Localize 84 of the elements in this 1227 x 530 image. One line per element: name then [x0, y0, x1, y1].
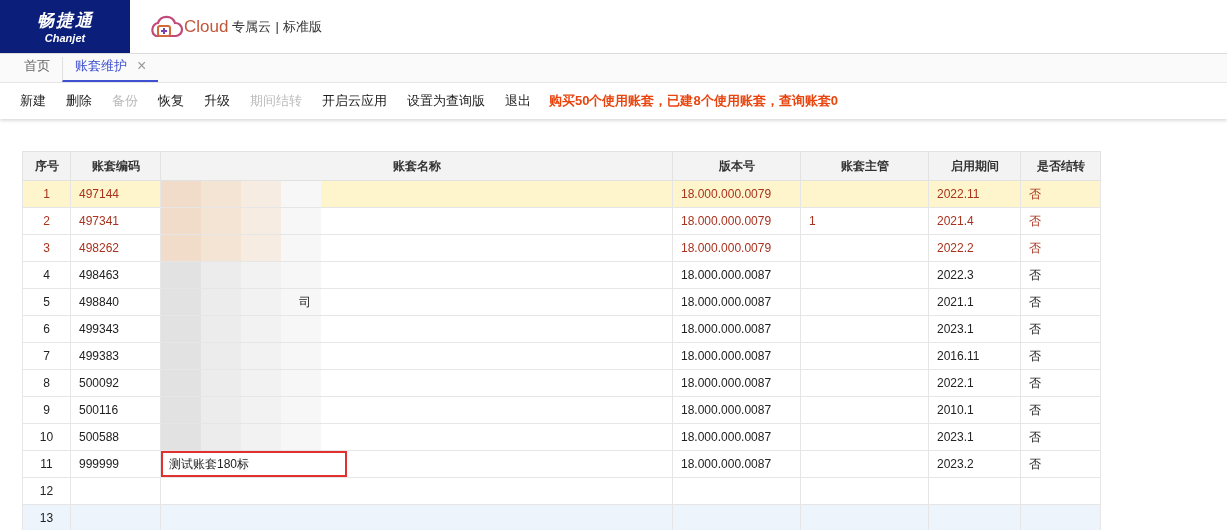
- account-code: 500116: [79, 403, 119, 417]
- account-code: 498262: [79, 241, 120, 255]
- version-number: 18.000.000.0087: [681, 349, 772, 363]
- toolbar-button[interactable]: 新建: [10, 92, 56, 110]
- edition-label: 标准版: [282, 17, 322, 36]
- highlight-frame: 测试账套180标: [161, 451, 347, 477]
- separator: |: [275, 19, 279, 34]
- tab[interactable]: 首页: [12, 57, 62, 82]
- start-period: 2021.4: [937, 214, 974, 228]
- row-number: 11: [40, 457, 53, 471]
- cloud-icon: [150, 13, 184, 40]
- account-code: 500092: [79, 376, 120, 390]
- toolbar-button[interactable]: 设置为查询版: [397, 92, 495, 110]
- carryover-status: 否: [1029, 294, 1041, 309]
- column-header[interactable]: 启用期间: [928, 151, 1021, 181]
- version-number: 18.000.000.0087: [681, 376, 772, 390]
- version-number: 18.000.000.0087: [681, 295, 772, 309]
- start-period: 2022.11: [937, 187, 980, 201]
- account-code: 498463: [79, 268, 120, 282]
- account-code: 498840: [79, 295, 120, 309]
- account-code: 499383: [79, 349, 120, 363]
- column-header[interactable]: 账套主管: [800, 151, 929, 181]
- account-code: 499343: [79, 322, 120, 336]
- row-number: 3: [43, 241, 50, 255]
- row-number: 2: [43, 214, 50, 228]
- version-number: 18.000.000.0087: [681, 322, 772, 336]
- carryover-status: 否: [1029, 321, 1041, 336]
- start-period: 2021.1: [937, 295, 974, 309]
- start-period: 2022.1: [937, 376, 974, 390]
- row-number: 1: [43, 187, 50, 201]
- version-number: 18.000.000.0087: [681, 457, 772, 471]
- account-code: 999999: [79, 457, 120, 471]
- start-period: 2010.1: [937, 403, 974, 417]
- version-number: 18.000.000.0079: [681, 214, 772, 228]
- version-number: 18.000.000.0087: [681, 268, 772, 282]
- brand-subtitle: Chanjet: [44, 32, 86, 44]
- column-header[interactable]: 账套编码: [70, 151, 161, 181]
- carryover-status: 否: [1029, 456, 1041, 471]
- toolbar-button[interactable]: 升级: [194, 92, 240, 110]
- product-name: Cloud: [184, 16, 229, 37]
- tab[interactable]: 账套维护 ×: [62, 57, 159, 82]
- row-number: 8: [43, 376, 50, 390]
- start-period: 2022.3: [937, 268, 974, 282]
- row-number: 5: [43, 295, 50, 309]
- row-number: 13: [39, 511, 54, 525]
- column-header[interactable]: 是否结转: [1020, 151, 1101, 181]
- row-number: 10: [39, 430, 54, 444]
- edition-label: 专属云: [232, 17, 272, 36]
- account-code: 500588: [79, 430, 120, 444]
- account-name: 司: [299, 294, 311, 309]
- carryover-status: 否: [1029, 240, 1041, 255]
- version-number: 18.000.000.0087: [681, 430, 772, 444]
- account-quota-notice: 购买50个使用账套，已建8个使用账套，查询账套0: [549, 92, 838, 110]
- start-period: 2023.1: [937, 430, 974, 444]
- version-number: 18.000.000.0079: [681, 187, 772, 201]
- row-number: 12: [39, 484, 54, 498]
- account-code: 497144: [79, 187, 120, 201]
- carryover-status: 否: [1029, 213, 1041, 228]
- carryover-status: 否: [1029, 267, 1041, 282]
- column-header[interactable]: 账套名称: [160, 151, 673, 181]
- column-header[interactable]: 序号: [22, 151, 71, 181]
- row-number: 6: [43, 322, 50, 336]
- row-number: 9: [43, 403, 50, 417]
- start-period: 2023.2: [937, 457, 974, 471]
- row-number: 7: [43, 349, 50, 363]
- carryover-status: 否: [1029, 186, 1041, 201]
- brand-name: 畅捷通: [36, 10, 94, 32]
- row-number: 4: [43, 268, 50, 282]
- start-period: 2016.11: [937, 349, 980, 363]
- account-manager: 1: [809, 214, 816, 228]
- start-period: 2022.2: [937, 241, 974, 255]
- toolbar-button[interactable]: 删除: [56, 92, 102, 110]
- column-header[interactable]: 版本号: [672, 151, 801, 181]
- toolbar-button[interactable]: 退出: [495, 92, 541, 110]
- carryover-status: 否: [1029, 402, 1041, 417]
- carryover-status: 否: [1029, 375, 1041, 390]
- carryover-status: 否: [1029, 429, 1041, 444]
- version-number: 18.000.000.0079: [681, 241, 772, 255]
- carryover-status: 否: [1029, 348, 1041, 363]
- account-code: 497341: [79, 214, 120, 228]
- toolbar-button[interactable]: 开启云应用: [312, 92, 397, 110]
- start-period: 2023.1: [937, 322, 974, 336]
- toolbar-button[interactable]: 恢复: [148, 92, 194, 110]
- version-number: 18.000.000.0087: [681, 403, 772, 417]
